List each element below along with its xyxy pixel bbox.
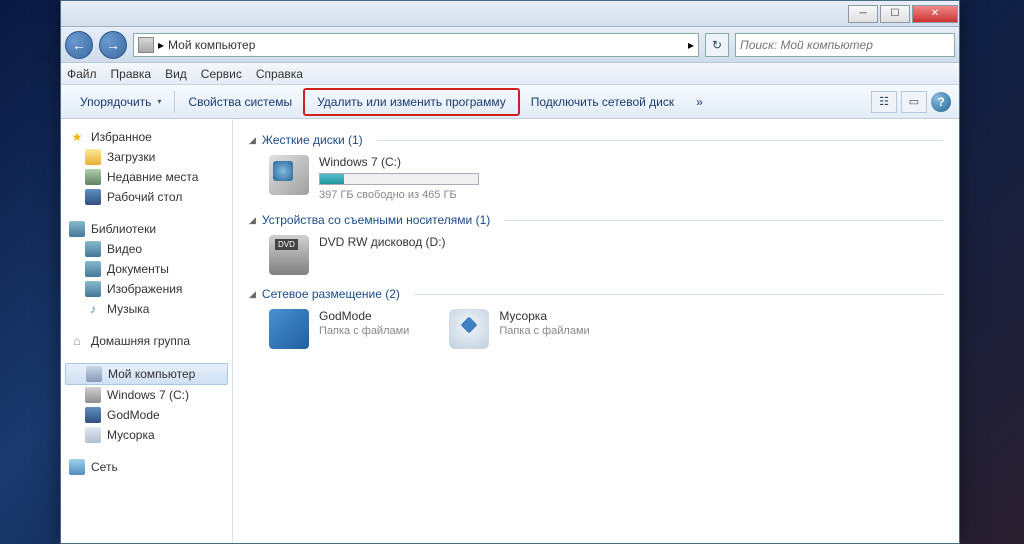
folder-icon <box>85 407 101 423</box>
drive-label: DVD RW дисковод (D:) <box>319 235 446 249</box>
menu-edit[interactable]: Правка <box>111 67 152 81</box>
collapse-icon: ◢ <box>249 289 256 300</box>
search-input[interactable] <box>740 38 950 52</box>
sidebar-item-godmode[interactable]: GodMode <box>61 405 232 425</box>
drive-c[interactable]: Windows 7 (C:) 397 ГБ свободно из 465 ГБ <box>269 155 943 201</box>
breadcrumb-sep: ▸ <box>688 38 694 52</box>
library-icon <box>69 221 85 237</box>
navbar: ← → ▸ Мой компьютер ▸ ↻ <box>61 27 959 63</box>
sidebar-homegroup[interactable]: ⌂Домашняя группа <box>61 331 232 351</box>
organize-button[interactable]: Упорядочить▾ <box>69 90 172 114</box>
recycle-bin-icon <box>449 309 489 349</box>
explorer-window: ─ ☐ ✕ ← → ▸ Мой компьютер ▸ ↻ Файл Правк… <box>60 0 960 544</box>
image-icon <box>85 281 101 297</box>
search-box[interactable] <box>735 33 955 57</box>
folder-icon <box>85 149 101 165</box>
forward-button[interactable]: → <box>99 31 127 59</box>
titlebar: ─ ☐ ✕ <box>61 1 959 27</box>
dvd-icon <box>269 235 309 275</box>
menu-help[interactable]: Справка <box>256 67 303 81</box>
preview-pane-button[interactable]: ▭ <box>901 91 927 113</box>
sidebar-libraries[interactable]: Библиотеки <box>61 219 232 239</box>
address-bar[interactable]: ▸ Мой компьютер ▸ <box>133 33 699 57</box>
help-button[interactable]: ? <box>931 92 951 112</box>
toolbar-overflow[interactable]: » <box>685 90 714 114</box>
content-pane: ◢ Жесткие диски (1) Windows 7 (C:) 397 Г… <box>233 119 959 543</box>
sidebar-item-recent[interactable]: Недавние места <box>61 167 232 187</box>
item-type: Папка с файлами <box>499 325 589 337</box>
group-network[interactable]: ◢ Сетевое размещение (2) <box>249 287 943 301</box>
drive-dvd[interactable]: DVD RW дисковод (D:) <box>269 235 943 275</box>
chevron-down-icon: ▾ <box>157 97 161 106</box>
star-icon: ★ <box>69 129 85 145</box>
sidebar-item-cdrive[interactable]: Windows 7 (C:) <box>61 385 232 405</box>
close-button[interactable]: ✕ <box>912 5 958 23</box>
item-label: GodMode <box>319 309 409 323</box>
collapse-icon: ◢ <box>249 215 256 226</box>
back-button[interactable]: ← <box>65 31 93 59</box>
item-godmode[interactable]: GodMode Папка с файлами <box>269 309 409 349</box>
item-type: Папка с файлами <box>319 325 409 337</box>
separator <box>174 91 175 113</box>
disk-usage-bar <box>319 173 479 185</box>
refresh-button[interactable]: ↻ <box>705 33 729 57</box>
menu-view[interactable]: Вид <box>165 67 187 81</box>
sidebar-item-pictures[interactable]: Изображения <box>61 279 232 299</box>
system-properties-button[interactable]: Свойства системы <box>177 90 303 114</box>
sidebar-item-desktop[interactable]: Рабочий стол <box>61 187 232 207</box>
hdd-icon <box>269 155 309 195</box>
drive-icon <box>85 387 101 403</box>
music-icon: ♪ <box>85 301 101 317</box>
menu-service[interactable]: Сервис <box>201 67 242 81</box>
uninstall-program-button[interactable]: Удалить или изменить программу <box>303 88 520 116</box>
sidebar-item-trash[interactable]: Мусорка <box>61 425 232 445</box>
sidebar-item-documents[interactable]: Документы <box>61 259 232 279</box>
computer-icon <box>138 37 154 53</box>
video-icon <box>85 241 101 257</box>
map-network-drive-button[interactable]: Подключить сетевой диск <box>520 90 685 114</box>
breadcrumb[interactable]: Мой компьютер <box>168 38 684 52</box>
sidebar-network[interactable]: Сеть <box>61 457 232 477</box>
item-trash[interactable]: Мусорка Папка с файлами <box>449 309 589 349</box>
menu-file[interactable]: Файл <box>67 67 97 81</box>
desktop-icon <box>85 189 101 205</box>
sidebar-item-video[interactable]: Видео <box>61 239 232 259</box>
toolbar: Упорядочить▾ Свойства системы Удалить ил… <box>61 85 959 119</box>
drive-label: Windows 7 (C:) <box>319 155 479 169</box>
minimize-button[interactable]: ─ <box>848 5 878 23</box>
drive-freespace: 397 ГБ свободно из 465 ГБ <box>319 189 479 201</box>
homegroup-icon: ⌂ <box>69 333 85 349</box>
menubar: Файл Правка Вид Сервис Справка <box>61 63 959 85</box>
item-label: Мусорка <box>499 309 589 323</box>
sidebar-favorites[interactable]: ★Избранное <box>61 127 232 147</box>
view-mode-button[interactable]: ☷ <box>871 91 897 113</box>
breadcrumb-sep: ▸ <box>158 38 164 52</box>
collapse-icon: ◢ <box>249 135 256 146</box>
computer-icon <box>86 366 102 382</box>
group-hard-drives[interactable]: ◢ Жесткие диски (1) <box>249 133 943 147</box>
trash-icon <box>85 427 101 443</box>
recent-icon <box>85 169 101 185</box>
network-icon <box>69 459 85 475</box>
maximize-button[interactable]: ☐ <box>880 5 910 23</box>
godmode-icon <box>269 309 309 349</box>
document-icon <box>85 261 101 277</box>
group-removable[interactable]: ◢ Устройства со съемными носителями (1) <box>249 213 943 227</box>
sidebar: ★Избранное Загрузки Недавние места Рабоч… <box>61 119 233 543</box>
sidebar-item-music[interactable]: ♪Музыка <box>61 299 232 319</box>
sidebar-item-downloads[interactable]: Загрузки <box>61 147 232 167</box>
sidebar-computer[interactable]: Мой компьютер <box>65 363 228 385</box>
